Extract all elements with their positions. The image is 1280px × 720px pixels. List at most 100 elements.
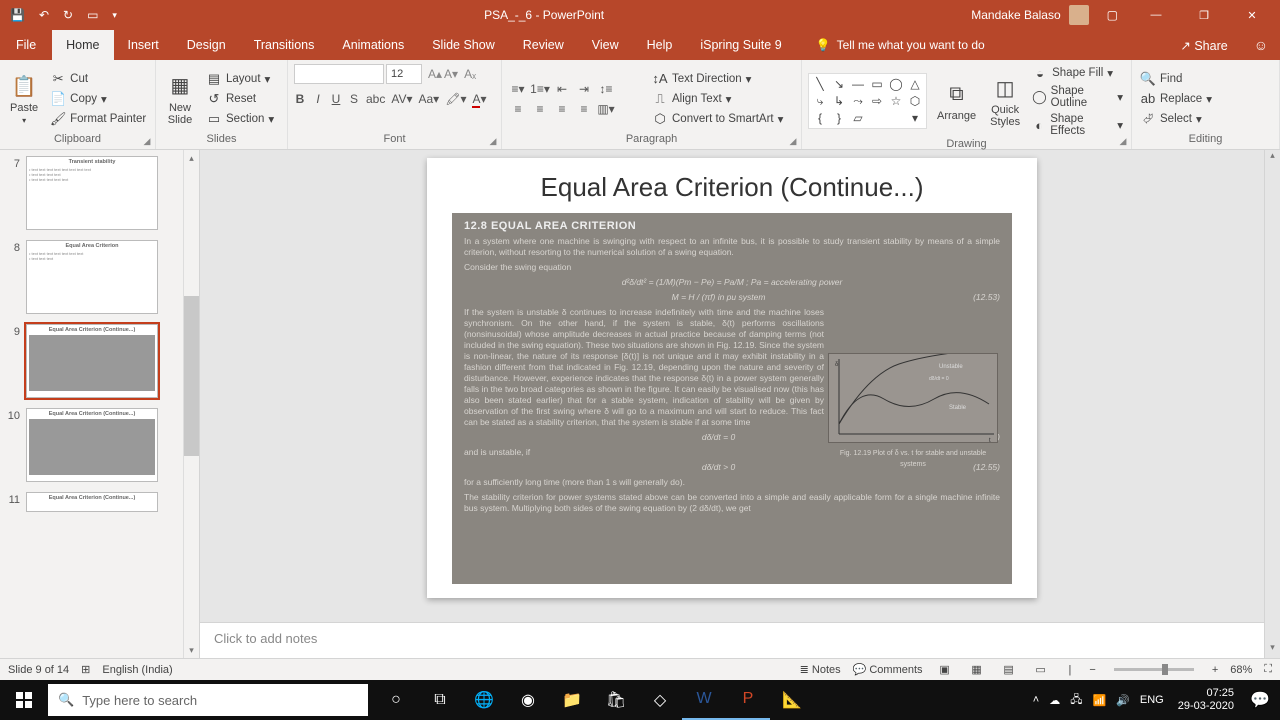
- zoom-out-button[interactable]: −: [1089, 664, 1095, 676]
- restore-button[interactable]: ❐: [1184, 9, 1224, 22]
- keyboard-lang[interactable]: ENG: [1140, 694, 1164, 706]
- indent-icon[interactable]: ⇥: [574, 80, 594, 98]
- shape-rect-icon[interactable]: ▭: [868, 76, 886, 92]
- fit-to-window-icon[interactable]: ⛶: [1264, 663, 1272, 676]
- find-button[interactable]: 🔍Find: [1138, 70, 1214, 88]
- user-name[interactable]: Mandake Balaso: [971, 8, 1060, 22]
- arrange-button[interactable]: ⧉Arrange: [933, 78, 980, 124]
- tab-view[interactable]: View: [578, 30, 633, 60]
- tab-file[interactable]: File: [0, 30, 52, 60]
- tab-transitions[interactable]: Transitions: [240, 30, 329, 60]
- shape-tri-icon[interactable]: △: [906, 76, 924, 92]
- shape-arrowr-icon[interactable]: ⇨: [868, 93, 886, 109]
- align-left-icon[interactable]: ≡: [508, 100, 528, 118]
- sorter-view-icon[interactable]: ▦: [967, 662, 987, 678]
- font-name-combo[interactable]: [294, 64, 384, 84]
- shape-callout-icon[interactable]: ▱: [849, 110, 867, 126]
- shape-outline-button[interactable]: ◯Shape Outline ▾: [1030, 84, 1125, 110]
- shrink-font-icon[interactable]: A▾: [444, 67, 458, 81]
- minimize-button[interactable]: —: [1136, 9, 1176, 21]
- shape-elarrow-icon[interactable]: ⤷: [811, 93, 829, 109]
- cut-button[interactable]: ✂Cut: [48, 70, 148, 88]
- slide-indicator[interactable]: Slide 9 of 14: [8, 664, 69, 676]
- language-indicator[interactable]: English (India): [102, 664, 172, 676]
- tab-review[interactable]: Review: [509, 30, 578, 60]
- thumbnail-10[interactable]: Equal Area Criterion (Continue...): [26, 408, 158, 482]
- start-button[interactable]: [0, 692, 48, 708]
- section-button[interactable]: ▭Section ▾: [204, 110, 276, 128]
- canvas-scroll-up-icon[interactable]: ▴: [1270, 150, 1275, 166]
- chrome-icon[interactable]: ◉: [506, 680, 550, 720]
- tab-design[interactable]: Design: [173, 30, 240, 60]
- tab-ispring[interactable]: iSpring Suite 9: [686, 30, 795, 60]
- columns-icon[interactable]: ▥▾: [596, 100, 616, 118]
- format-painter-button[interactable]: 🖌Format Painter: [48, 110, 148, 128]
- store-icon[interactable]: 🛍: [594, 680, 638, 720]
- thumbnail-11[interactable]: Equal Area Criterion (Continue...): [26, 492, 158, 512]
- feedback-smile-icon[interactable]: ☺: [1242, 37, 1280, 53]
- ribbon-display-icon[interactable]: ▢: [1097, 8, 1128, 22]
- case-button[interactable]: Aa▾: [419, 92, 440, 106]
- dropbox-icon[interactable]: ◇: [638, 680, 682, 720]
- share-button[interactable]: ↗ Share: [1166, 38, 1241, 53]
- select-button[interactable]: ⮰Select ▾: [1138, 110, 1214, 128]
- shape-fill-button[interactable]: ◒Shape Fill ▾: [1030, 64, 1125, 82]
- layout-button[interactable]: ▤Layout ▾: [204, 70, 276, 88]
- shape-line-icon[interactable]: ╲: [811, 76, 829, 92]
- system-tray[interactable]: ˄ ☁ 🖧 📶 🔊 ENG: [1025, 691, 1172, 710]
- align-right-icon[interactable]: ≡: [552, 100, 572, 118]
- slide-canvas[interactable]: Equal Area Criterion (Continue...) 12.8 …: [200, 150, 1264, 622]
- reset-button[interactable]: ↺Reset: [204, 90, 276, 108]
- font-color-button[interactable]: A▾: [472, 92, 486, 106]
- font-size-combo[interactable]: 12: [386, 64, 422, 84]
- user-avatar[interactable]: [1069, 5, 1089, 25]
- a11y-icon[interactable]: ⊞: [81, 663, 90, 676]
- scroll-up-icon[interactable]: ▴: [184, 150, 199, 166]
- tab-help[interactable]: Help: [633, 30, 687, 60]
- cortana-icon[interactable]: ○: [374, 680, 418, 720]
- smartart-button[interactable]: ⬡Convert to SmartArt ▾: [650, 110, 785, 128]
- powerpoint-icon[interactable]: P: [726, 680, 770, 720]
- slideshow-view-icon[interactable]: ▭: [1031, 662, 1051, 678]
- wifi-icon[interactable]: 📶: [1092, 694, 1106, 707]
- numbering-icon[interactable]: 1≡▾: [530, 80, 550, 98]
- new-slide-button[interactable]: ▦New Slide: [162, 70, 198, 128]
- action-center-icon[interactable]: 💬: [1240, 680, 1280, 720]
- tab-insert[interactable]: Insert: [114, 30, 173, 60]
- undo-icon[interactable]: ↶: [39, 8, 49, 22]
- linespacing-icon[interactable]: ↕≡: [596, 80, 616, 98]
- grow-font-icon[interactable]: A▴: [428, 67, 442, 81]
- shapes-more-icon[interactable]: ▾: [906, 110, 924, 126]
- bullets-icon[interactable]: ≡▾: [508, 80, 528, 98]
- redo-icon[interactable]: ↻: [63, 8, 73, 22]
- shape-oval-icon[interactable]: ◯: [887, 76, 905, 92]
- slide[interactable]: Equal Area Criterion (Continue...) 12.8 …: [427, 158, 1037, 598]
- shape-arrow-icon[interactable]: ↘: [830, 76, 848, 92]
- clock[interactable]: 07:2529-03-2020: [1172, 687, 1240, 713]
- canvas-scroll-down-icon[interactable]: ▾: [1270, 642, 1275, 658]
- thumbnail-9[interactable]: Equal Area Criterion (Continue...): [26, 324, 158, 398]
- notes-pane[interactable]: Click to add notes: [200, 622, 1264, 658]
- shape-effects-button[interactable]: ◐Shape Effects ▾: [1030, 112, 1125, 138]
- save-icon[interactable]: 💾: [10, 8, 25, 22]
- start-from-beginning-icon[interactable]: ▭: [87, 8, 98, 22]
- taskbar-search[interactable]: 🔍Type here to search: [48, 684, 368, 716]
- reading-view-icon[interactable]: ▤: [999, 662, 1019, 678]
- zoom-in-button[interactable]: +: [1212, 664, 1218, 676]
- onedrive-icon[interactable]: ☁: [1049, 694, 1060, 707]
- paste-button[interactable]: 📋Paste▾: [6, 70, 42, 127]
- shadow-button[interactable]: abc: [366, 92, 385, 106]
- shape-line2-icon[interactable]: —: [849, 76, 867, 92]
- tell-me-search[interactable]: 💡Tell me what you want to do: [796, 38, 985, 52]
- comments-button[interactable]: 💬 Comments: [853, 663, 923, 676]
- highlight-button[interactable]: 🖍▾: [445, 92, 466, 106]
- dedent-icon[interactable]: ⇤: [552, 80, 572, 98]
- sound-icon[interactable]: 🔊: [1116, 694, 1130, 707]
- tab-slideshow[interactable]: Slide Show: [418, 30, 509, 60]
- copy-button[interactable]: 📄Copy ▾: [48, 90, 148, 108]
- shapes-gallery[interactable]: ╲↘—▭◯△ ⤷↳⤳⇨☆⬡ {}▱▾: [808, 73, 927, 129]
- underline-button[interactable]: U: [330, 92, 342, 106]
- clipboard-launcher-icon[interactable]: ◢: [141, 135, 153, 147]
- justify-icon[interactable]: ≡: [574, 100, 594, 118]
- edge-icon[interactable]: 🌐: [462, 680, 506, 720]
